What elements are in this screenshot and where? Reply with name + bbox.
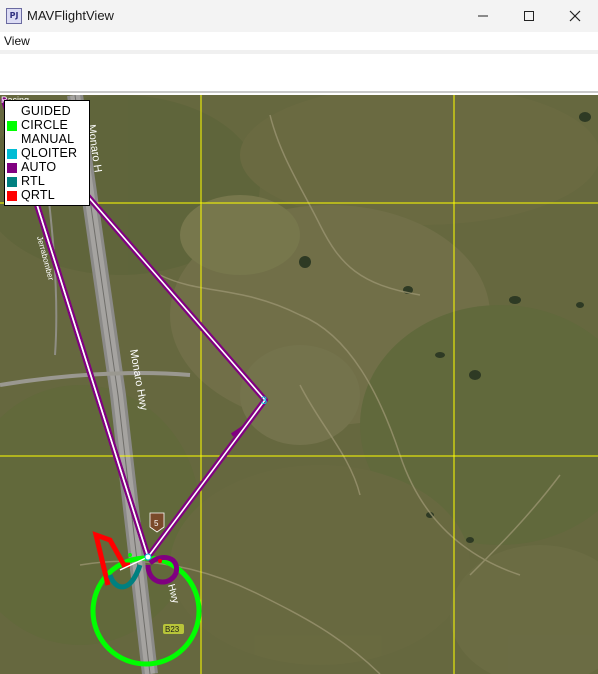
legend-swatch: [7, 177, 17, 187]
legend-item-qrtl: QRTL: [5, 189, 89, 202]
legend-label: RTL: [21, 174, 45, 188]
waypoint-3-label: 3: [261, 395, 267, 407]
maximize-button[interactable]: [506, 0, 552, 32]
maximize-icon: [524, 11, 534, 21]
legend-swatch: [7, 191, 17, 201]
waypoint-3[interactable]: 3: [261, 395, 267, 407]
legend-item-qloiter: QLOITER: [5, 147, 89, 160]
route-shield-top-label: 5: [154, 519, 159, 528]
legend-label: CIRCLE: [21, 118, 69, 132]
menu-bar: View: [0, 32, 598, 50]
legend-item-guided: GUIDED: [5, 105, 89, 118]
legend-label: GUIDED: [21, 104, 71, 118]
legend-label: MANUAL: [21, 132, 75, 146]
close-icon: [569, 10, 581, 22]
menu-view[interactable]: View: [4, 34, 30, 48]
flight-mode-legend: GUIDED CIRCLE MANUAL QLOITER AUTO RTL QR…: [4, 100, 90, 206]
title-bar: PJ MAVFlightView: [0, 0, 598, 32]
legend-swatch: [7, 163, 17, 173]
minimize-icon: [478, 15, 488, 17]
route-shield-bottom-label: B23: [165, 625, 180, 634]
legend-label: AUTO: [21, 160, 57, 174]
legend-swatch: [7, 107, 17, 117]
route-shield-bottom: B23: [163, 624, 184, 634]
legend-item-rtl: RTL: [5, 175, 89, 188]
legend-item-manual: MANUAL: [5, 133, 89, 146]
legend-swatch: [7, 121, 17, 131]
window-title: MAVFlightView: [27, 8, 114, 23]
legend-swatch: [7, 149, 17, 159]
toolstrip: [0, 50, 598, 93]
legend-label: QRTL: [21, 188, 55, 202]
legend-item-auto: AUTO: [5, 161, 89, 174]
legend-swatch: [7, 135, 17, 145]
legend-item-circle: CIRCLE: [5, 119, 89, 132]
app-icon[interactable]: PJ: [6, 8, 22, 24]
close-button[interactable]: [552, 0, 598, 32]
legend-label: QLOITER: [21, 146, 78, 160]
minimize-button[interactable]: [460, 0, 506, 32]
